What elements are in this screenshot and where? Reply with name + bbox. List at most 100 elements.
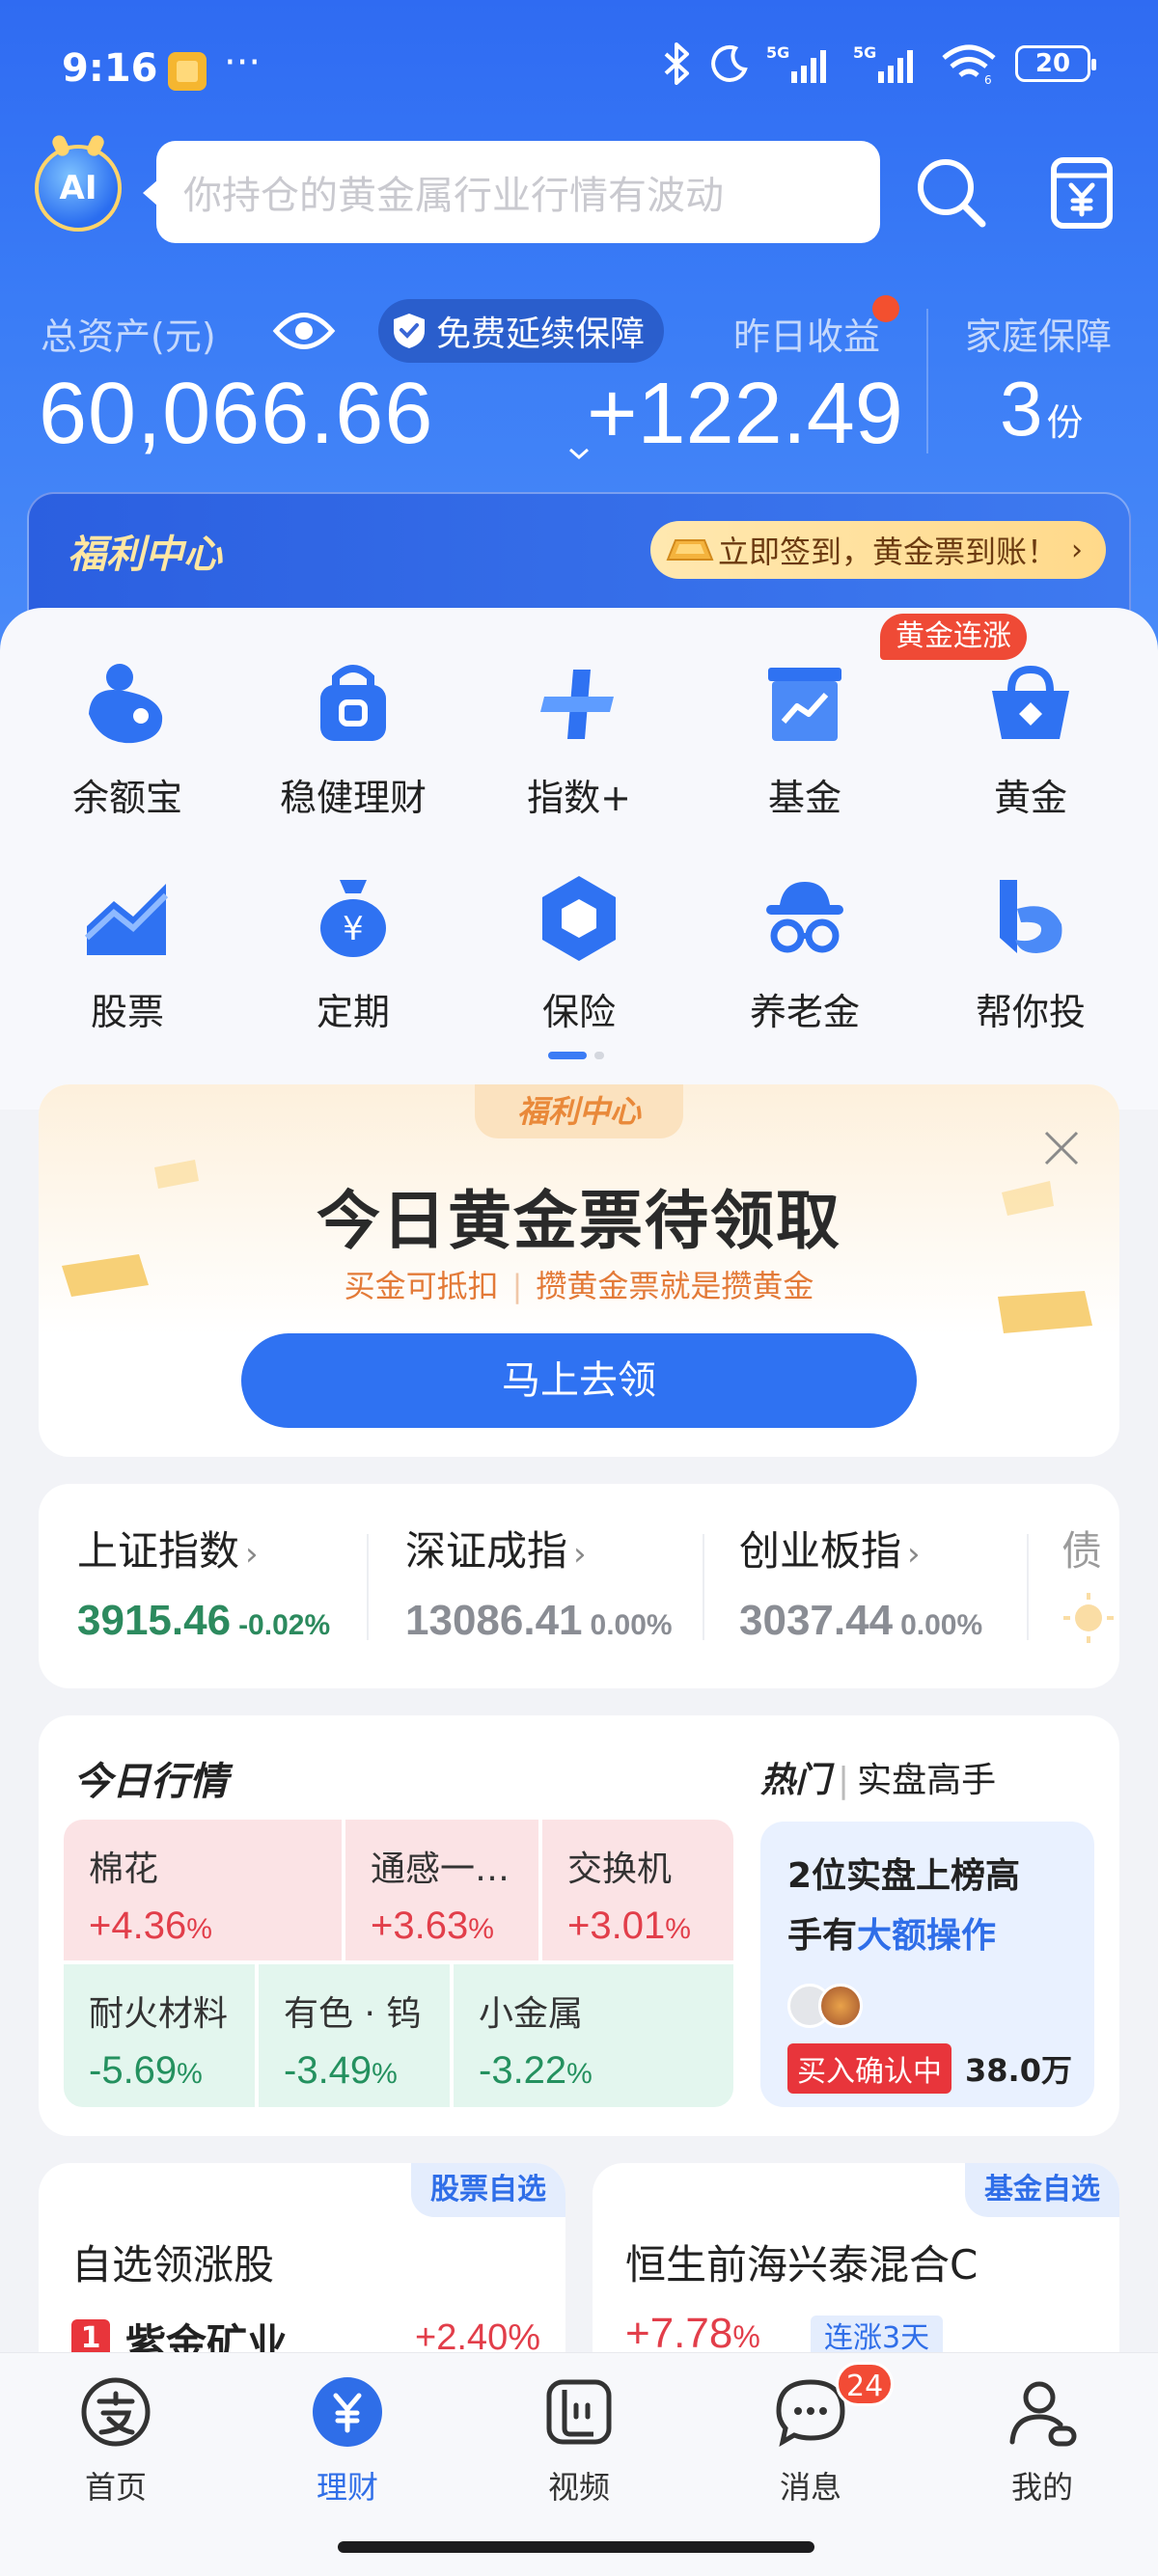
sector-unit: % bbox=[186, 1913, 212, 1945]
divider bbox=[367, 1534, 369, 1640]
sector-change: -3.22 bbox=[479, 2049, 567, 2092]
bill-icon[interactable] bbox=[1048, 154, 1116, 232]
tab-home[interactable]: 首页 bbox=[19, 2374, 212, 2507]
alipay-home-icon bbox=[81, 2377, 151, 2447]
divider bbox=[1027, 1534, 1029, 1640]
gold-ticket-promo-card[interactable]: 福利中心 今日黄金票待领取 买金可抵扣 | 攒黄金票就是攒黄金 马上去领 bbox=[39, 1084, 1119, 1457]
family-protection-unit: 份 bbox=[1046, 403, 1084, 444]
tab-label: 理财 bbox=[316, 2469, 378, 2506]
sector-unit: % bbox=[372, 2058, 398, 2090]
promo-sub-right: 攒黄金票就是攒黄金 bbox=[536, 1268, 814, 1304]
yuebao-icon bbox=[89, 664, 163, 744]
sector-tile[interactable]: 有色 · 钨 -3.49% bbox=[259, 1964, 450, 2107]
grid-item-invest-helper[interactable]: 帮你投 bbox=[924, 870, 1137, 1035]
yesterday-earnings-value[interactable]: +122.49 bbox=[587, 365, 903, 464]
hot-trader-card[interactable]: 2位实盘上榜高 手有大额操作 买入确认中 38.0万 bbox=[760, 1822, 1094, 2107]
hot-card-line1: 2位实盘上榜高 bbox=[787, 1856, 1021, 1896]
message-count-badge: 24 bbox=[836, 2362, 895, 2406]
sector-tile[interactable]: 交换机 +3.01% bbox=[542, 1820, 733, 1960]
ai-label: AI bbox=[59, 169, 97, 207]
promo-title: 今日黄金票待领取 bbox=[317, 1184, 841, 1258]
family-protection-label: 家庭保障 bbox=[965, 315, 1113, 358]
index-change: 0.00% bbox=[590, 1609, 673, 1641]
index-change: -0.02% bbox=[238, 1609, 331, 1641]
signin-button[interactable]: 立即签到，黄金票到账！ › bbox=[649, 521, 1106, 579]
search-input[interactable]: 你持仓的黄金属行业行情有波动 bbox=[143, 141, 880, 243]
grid-item-index-plus[interactable]: 指数+ bbox=[473, 656, 685, 821]
search-icon[interactable] bbox=[913, 154, 990, 232]
tab-label: 消息 bbox=[779, 2469, 841, 2506]
gold-rising-tag: 黄金连涨 bbox=[880, 614, 1027, 660]
tab-me[interactable]: 我的 bbox=[946, 2374, 1139, 2507]
gold-bag-icon bbox=[992, 665, 1069, 739]
sector-tile[interactable]: 通感一… +3.63% bbox=[345, 1820, 538, 1960]
grid-label: 余额宝 bbox=[71, 777, 182, 819]
promo-subtitle: 买金可抵扣 | 攒黄金票就是攒黄金 bbox=[39, 1262, 1119, 1306]
close-icon[interactable] bbox=[1042, 1129, 1081, 1167]
tab-video[interactable]: 视频 bbox=[482, 2374, 676, 2507]
fund-change: +7.78% bbox=[625, 2310, 760, 2358]
eye-icon[interactable] bbox=[272, 307, 336, 355]
promo-tab: 福利中心 bbox=[475, 1084, 683, 1138]
claim-now-button[interactable]: 马上去领 bbox=[241, 1333, 917, 1428]
chevron-right-icon: › bbox=[245, 1535, 259, 1574]
grid-item-stable-finance[interactable]: 稳健理财 bbox=[247, 656, 459, 821]
tab-label: 我的 bbox=[1010, 2469, 1073, 2506]
hot-traders-header[interactable]: 热门 | 实盘高手 bbox=[760, 1752, 996, 1802]
video-icon bbox=[546, 2379, 612, 2445]
index-item-shenzhen[interactable]: 深证成指 › 13086.41 0.00% bbox=[405, 1519, 673, 1645]
status-icons: 5G 5G 6 20 bbox=[660, 42, 1096, 85]
sector-tile[interactable]: 耐火材料 -5.69% bbox=[64, 1964, 255, 2107]
divider bbox=[703, 1534, 704, 1640]
wealth-yuan-icon bbox=[313, 2377, 382, 2447]
index-item-chinext[interactable]: 创业板指 › 3037.44 0.00% bbox=[739, 1519, 982, 1645]
promo-sub-left: 买金可抵扣 bbox=[344, 1268, 499, 1304]
index-value: 3915.46 bbox=[77, 1597, 232, 1644]
sector-tile[interactable]: 棉花 +4.36% bbox=[64, 1820, 342, 1960]
svg-text:5G: 5G bbox=[853, 43, 876, 62]
yesterday-earnings-label: 昨日收益 bbox=[733, 315, 881, 358]
total-assets-value[interactable]: 60,066.66 bbox=[39, 365, 433, 464]
ai-assistant-button[interactable]: AI bbox=[35, 145, 122, 232]
fund-name: 恒生前海兴泰混合C bbox=[625, 2241, 979, 2288]
notification-app-icon bbox=[168, 52, 207, 91]
lock-bag-icon bbox=[320, 665, 386, 741]
grid-label: 帮你投 bbox=[975, 991, 1086, 1033]
free-guarantee-badge[interactable]: 免费延续保障 bbox=[378, 299, 665, 363]
grid-item-fixed-term[interactable]: ¥ 定期 bbox=[247, 870, 459, 1035]
family-protection-value[interactable]: 3份 bbox=[1000, 365, 1084, 453]
index-value: 3037.44 bbox=[739, 1597, 894, 1644]
moon-icon bbox=[711, 44, 748, 82]
grid-label: 指数+ bbox=[527, 777, 631, 819]
chevron-down-icon[interactable] bbox=[567, 446, 591, 461]
sector-name: 耐火材料 bbox=[89, 1994, 229, 2034]
sector-tile[interactable]: 小金属 -3.22% bbox=[454, 1964, 733, 2107]
signal-5g-icon: 5G bbox=[766, 43, 826, 83]
grid-item-stocks[interactable]: 股票 bbox=[21, 870, 234, 1035]
grid-item-fund[interactable]: 基金 bbox=[699, 656, 911, 821]
home-indicator[interactable] bbox=[338, 2541, 814, 2553]
promo-sub-separator: | bbox=[511, 1268, 523, 1304]
pension-hat-icon bbox=[766, 882, 843, 953]
grid-item-insurance[interactable]: 保险 bbox=[473, 870, 685, 1035]
grid-label: 养老金 bbox=[749, 991, 860, 1033]
hot-card-line2-prefix: 手有 bbox=[787, 1916, 858, 1956]
grid-item-yuebao[interactable]: 余额宝 bbox=[21, 656, 234, 821]
grid-item-gold[interactable]: 黄金 bbox=[924, 656, 1137, 821]
insurance-hexagon-icon bbox=[542, 876, 616, 961]
market-index-card: 上证指数 › 3915.46 -0.02% 深证成指 › 13086.41 0.00% … bbox=[39, 1484, 1119, 1688]
grid-label: 股票 bbox=[90, 991, 164, 1033]
plus-icon bbox=[540, 670, 614, 739]
fund-watchlist-tag: 基金自选 bbox=[965, 2163, 1119, 2217]
buy-amount: 38.0万 bbox=[965, 2052, 1072, 2089]
notification-dot bbox=[872, 295, 899, 322]
tab-wealth[interactable]: 理财 bbox=[251, 2374, 444, 2507]
index-item-bond[interactable]: 债 bbox=[1062, 1519, 1116, 1649]
index-item-shanghai[interactable]: 上证指数 › 3915.46 -0.02% bbox=[77, 1519, 330, 1645]
hot-label: 热门 bbox=[760, 1761, 831, 1800]
grid-item-pension[interactable]: 养老金 bbox=[699, 870, 911, 1035]
sector-change: -5.69 bbox=[89, 2049, 178, 2092]
chevron-right-icon: › bbox=[1071, 533, 1083, 567]
sector-name: 有色 · 钨 bbox=[284, 1994, 422, 2034]
sector-change: +4.36 bbox=[89, 1905, 187, 1947]
